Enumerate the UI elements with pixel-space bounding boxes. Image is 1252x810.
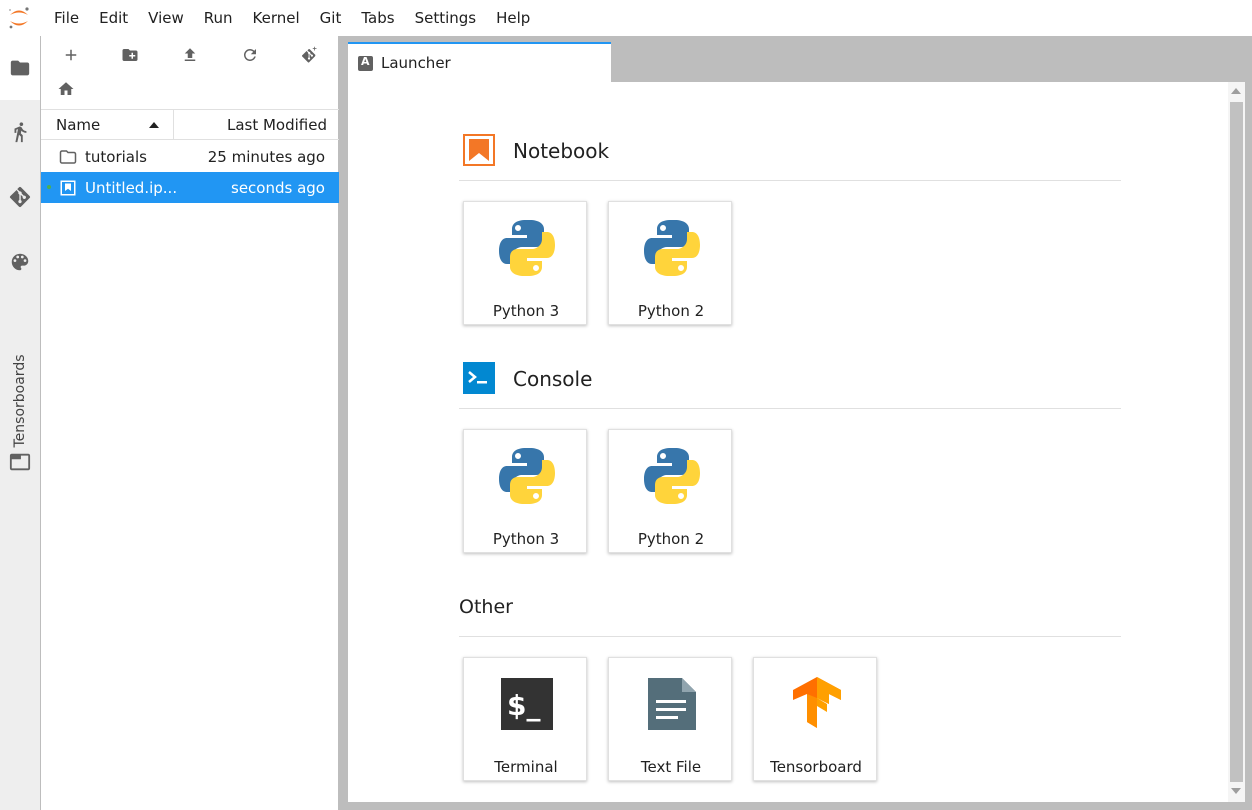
other-divider — [459, 636, 1121, 637]
new-launcher-button[interactable] — [41, 36, 101, 74]
scroll-down-arrow-icon[interactable] — [1231, 788, 1241, 794]
git-clone-icon — [302, 46, 317, 63]
new-folder-icon — [122, 49, 138, 61]
tab-bar: Launcher — [339, 36, 1252, 82]
tensorboard-card[interactable]: Tensorboard — [753, 657, 877, 781]
launcher-scrollbar[interactable] — [1228, 82, 1245, 802]
activity-tabs[interactable] — [0, 442, 40, 482]
file-modified: 25 minutes ago — [207, 147, 325, 166]
plus-icon — [65, 49, 77, 61]
activity-bar: Tensorboards — [0, 36, 41, 810]
menu-view[interactable]: View — [138, 0, 194, 36]
console-python2-card[interactable]: Python 2 — [608, 429, 732, 553]
menu-edit[interactable]: Edit — [89, 0, 138, 36]
column-name-label: Name — [56, 115, 101, 134]
scroll-thumb[interactable] — [1230, 102, 1243, 782]
console-divider — [459, 408, 1121, 409]
tab-window-icon — [9, 453, 31, 471]
file-name: Untitled.ip... — [85, 178, 178, 197]
text-file-card[interactable]: Text File — [608, 657, 732, 781]
tensorboards-label: Tensorboards — [12, 354, 28, 448]
text-file-icon — [648, 678, 696, 730]
git-icon — [9, 186, 31, 208]
file-row-untitled-notebook[interactable]: Untitled.ip... seconds ago — [41, 172, 339, 203]
folder-icon — [10, 60, 30, 76]
sort-ascending-icon — [149, 121, 159, 128]
upload-button[interactable] — [160, 36, 220, 74]
file-name: tutorials — [85, 147, 147, 166]
menu-settings[interactable]: Settings — [405, 0, 487, 36]
terminal-card[interactable]: $_ Terminal — [463, 657, 587, 781]
breadcrumb-home[interactable] — [57, 80, 79, 102]
running-icon — [14, 122, 27, 143]
card-label: Python 3 — [492, 302, 560, 320]
python-logo-icon — [644, 448, 700, 504]
notebook-section-icon — [463, 134, 495, 166]
svg-text:$_: $_ — [507, 689, 540, 722]
notebook-icon — [59, 179, 77, 197]
refresh-button[interactable] — [220, 36, 280, 74]
file-browser: Name Last Modified tutorials 25 minutes … — [41, 36, 339, 810]
upload-icon — [184, 48, 196, 61]
palette-icon — [11, 253, 29, 271]
menu-git[interactable]: Git — [310, 0, 352, 36]
card-label: Tensorboard — [770, 758, 862, 776]
file-browser-toolbar — [41, 36, 339, 74]
console-section-icon — [463, 362, 495, 394]
menu-tabs[interactable]: Tabs — [351, 0, 404, 36]
card-label: Python 3 — [492, 530, 560, 548]
other-section-title: Other — [459, 596, 513, 618]
column-last-modified-header[interactable]: Last Modified — [174, 110, 339, 139]
terminal-icon: $_ — [501, 678, 553, 730]
python-logo-icon — [644, 220, 700, 276]
activity-themes[interactable] — [0, 242, 40, 282]
tensorflow-logo-icon — [793, 677, 841, 728]
card-label: Python 2 — [637, 302, 705, 320]
jupyter-logo-icon — [9, 7, 29, 29]
python-logo-icon — [499, 220, 555, 276]
notebook-python2-card[interactable]: Python 2 — [608, 201, 732, 325]
menu-file[interactable]: File — [44, 0, 89, 36]
tab-launcher-label: Launcher — [381, 54, 451, 72]
activity-file-browser[interactable] — [0, 36, 40, 100]
column-name-header[interactable]: Name — [41, 110, 174, 139]
activity-git[interactable] — [0, 177, 40, 217]
card-label: Terminal — [494, 758, 558, 776]
notebook-divider — [459, 180, 1121, 181]
menu-kernel[interactable]: Kernel — [243, 0, 310, 36]
python-logo-icon — [499, 448, 555, 504]
new-folder-button[interactable] — [101, 36, 161, 74]
column-last-modified-label: Last Modified — [226, 115, 327, 134]
menu-help[interactable]: Help — [486, 0, 540, 36]
menu-run[interactable]: Run — [194, 0, 243, 36]
launcher-panel: Notebook Python 3 Python 2 Console Pytho… — [348, 82, 1228, 802]
console-python3-card[interactable]: Python 3 — [463, 429, 587, 553]
refresh-icon — [243, 48, 256, 61]
running-indicator — [47, 185, 51, 189]
notebook-python3-card[interactable]: Python 3 — [463, 201, 587, 325]
activity-running[interactable] — [0, 112, 40, 152]
home-icon — [58, 82, 74, 95]
main-dock-area: Launcher Notebook Python 3 Python 2 — [339, 36, 1252, 810]
launcher-icon — [358, 55, 373, 71]
folder-icon — [59, 148, 77, 166]
scroll-up-arrow-icon[interactable] — [1231, 88, 1241, 94]
git-clone-button[interactable] — [279, 36, 339, 74]
file-modified: seconds ago — [231, 178, 325, 197]
notebook-section-title: Notebook — [513, 139, 610, 163]
card-label: Python 2 — [637, 530, 705, 548]
console-section-title: Console — [513, 367, 593, 391]
tab-launcher[interactable]: Launcher — [348, 42, 611, 82]
file-list-header: Name Last Modified — [41, 109, 339, 140]
file-row-tutorials[interactable]: tutorials 25 minutes ago — [41, 141, 339, 172]
card-label: Text File — [640, 758, 702, 776]
menu-bar: File Edit View Run Kernel Git Tabs Setti… — [0, 0, 1252, 36]
